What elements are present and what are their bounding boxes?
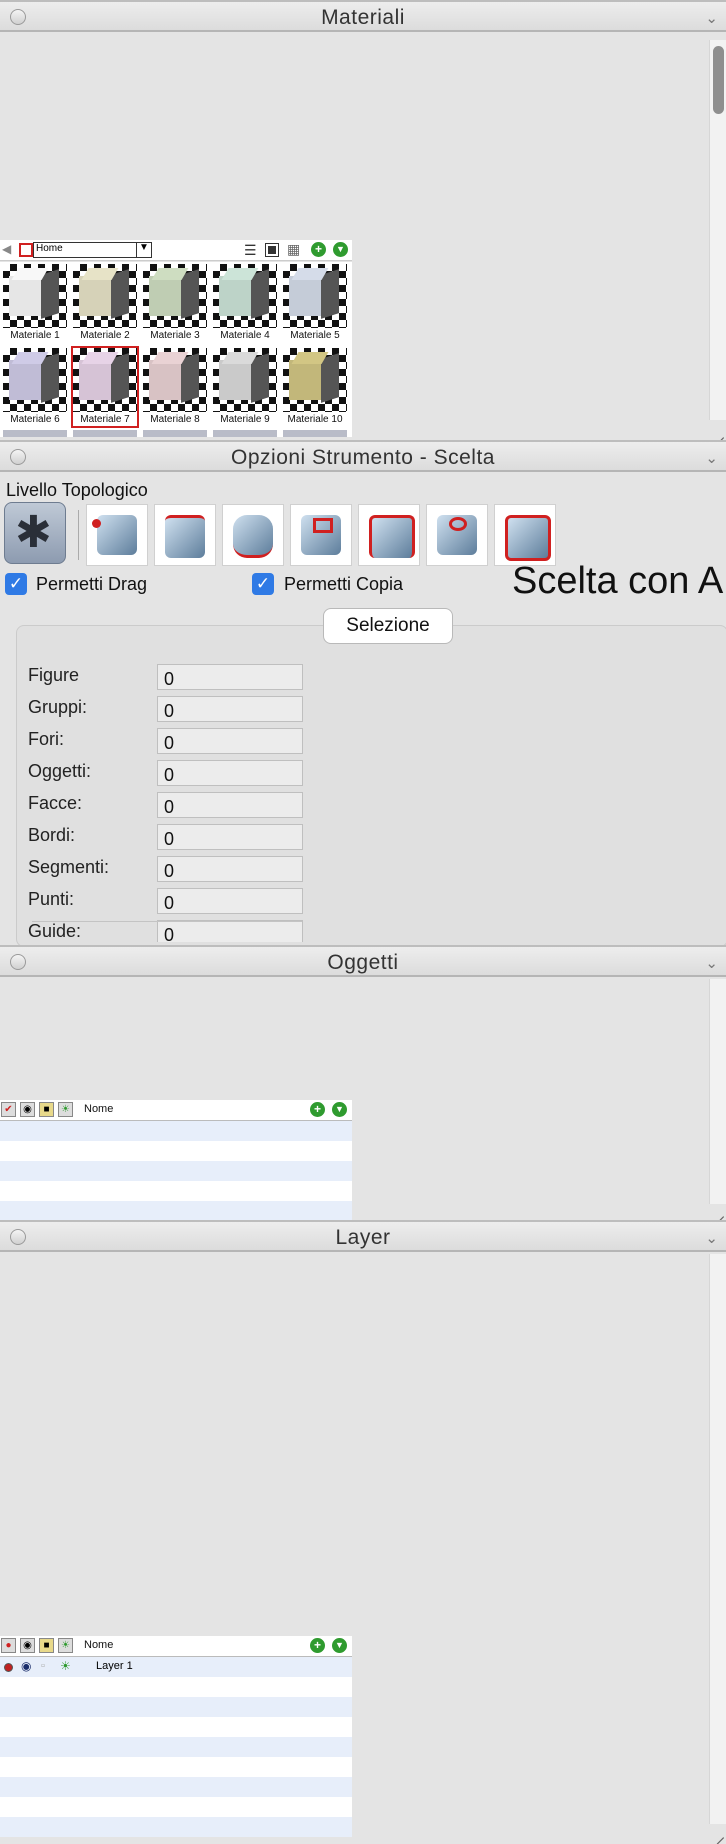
layer-list-header: ● ◉ ■ ☀ Nome + ▼ <box>0 1636 352 1657</box>
visibility-eye-icon[interactable]: ◉ <box>20 1638 35 1653</box>
stat-label: Fori: <box>28 729 64 749</box>
stat-label: Punti: <box>28 889 75 909</box>
list-row <box>0 1161 352 1181</box>
panel-title: Oggetti <box>327 951 399 974</box>
stats-list: Figure 0 Gruppi: 0 Fori: 0 Oggetti: 0 Facce: 0 Bor… <box>0 0 726 942</box>
check-column-icon[interactable]: ✔ <box>1 1102 16 1117</box>
resize-grip-icon[interactable] <box>710 1824 724 1844</box>
list-row <box>0 1777 352 1797</box>
stat-label: Segmenti: <box>28 857 110 877</box>
active-dot-icon[interactable] <box>4 1663 13 1672</box>
resize-grip-icon[interactable] <box>710 1203 724 1220</box>
list-row <box>0 1737 352 1757</box>
stat-value-field: 0 <box>157 664 303 690</box>
light-sun-icon[interactable]: ☀ <box>58 1102 73 1117</box>
stat-label: Facce: <box>28 793 83 813</box>
oggetti-panel: Oggetti ⌄ ✔ ◉ ■ ☀ Nome + ▼ <box>0 945 726 1220</box>
oggetti-scrollbar[interactable] <box>709 979 726 1204</box>
panel-title: Layer <box>335 1226 391 1249</box>
visibility-eye-icon[interactable]: ◉ <box>20 1102 35 1117</box>
light-sun-icon[interactable]: ☀ <box>58 1638 73 1653</box>
options-chevron-icon[interactable]: ▼ <box>332 1638 347 1653</box>
oggetti-list-header: ✔ ◉ ■ ☀ Nome + ▼ <box>0 1100 352 1121</box>
list-row <box>0 1717 352 1737</box>
layer-panel: Layer ⌄ ● ◉ ■ ☀ Nome + ▼ ◉ ▫ ☀ Layer 1 <box>0 1220 726 1844</box>
lock-icon[interactable]: ■ <box>39 1102 54 1117</box>
list-row <box>0 1201 352 1220</box>
list-row <box>0 1797 352 1817</box>
stat-label: Gruppi: <box>28 697 88 717</box>
lock-open-icon[interactable]: ▫ <box>41 1660 45 1672</box>
list-row <box>0 1181 352 1201</box>
lock-icon[interactable]: ■ <box>39 1638 54 1653</box>
stat-value-field: 0 <box>157 920 303 942</box>
stat-value-field: 0 <box>157 856 303 882</box>
stat-label: Guide: <box>28 921 82 941</box>
stat-label: Oggetti: <box>28 761 92 781</box>
stat-label: Figure <box>28 665 80 685</box>
list-row <box>0 1697 352 1717</box>
layer-scrollbar[interactable] <box>709 1254 726 1824</box>
stat-value-field: 0 <box>157 792 303 818</box>
stat-value-field: 0 <box>157 728 303 754</box>
stats-separator <box>32 921 302 922</box>
stat-value-field: 0 <box>157 760 303 786</box>
light-sun-icon[interactable]: ☀ <box>60 1659 71 1673</box>
add-icon[interactable]: + <box>310 1638 325 1653</box>
list-row <box>0 1817 352 1837</box>
stat-value-field: 0 <box>157 696 303 722</box>
stat-label: Bordi: <box>28 825 76 845</box>
oggetti-titlebar[interactable]: Oggetti ⌄ <box>0 945 726 977</box>
layer-row[interactable]: ◉ ▫ ☀ Layer 1 <box>0 1657 352 1677</box>
layer-name[interactable]: Layer 1 <box>96 1660 133 1672</box>
stat-value-field: 0 <box>157 888 303 914</box>
chevron-down-icon[interactable]: ⌄ <box>705 954 718 972</box>
visibility-eye-icon[interactable]: ◉ <box>21 1659 31 1673</box>
column-name-header: Nome <box>84 1639 114 1651</box>
oggetti-rows <box>0 1121 352 1220</box>
options-chevron-icon[interactable]: ▼ <box>332 1102 347 1117</box>
column-name-header: Nome <box>84 1103 114 1115</box>
chevron-down-icon[interactable]: ⌄ <box>705 1229 718 1247</box>
layer-rows: ◉ ▫ ☀ Layer 1 <box>0 1657 352 1837</box>
list-row <box>0 1677 352 1697</box>
list-row <box>0 1757 352 1777</box>
stat-value-field: 0 <box>157 824 303 850</box>
layer-titlebar[interactable]: Layer ⌄ <box>0 1220 726 1252</box>
list-row <box>0 1121 352 1141</box>
active-dot-icon[interactable]: ● <box>1 1638 16 1653</box>
add-icon[interactable]: + <box>310 1102 325 1117</box>
list-row <box>0 1141 352 1161</box>
